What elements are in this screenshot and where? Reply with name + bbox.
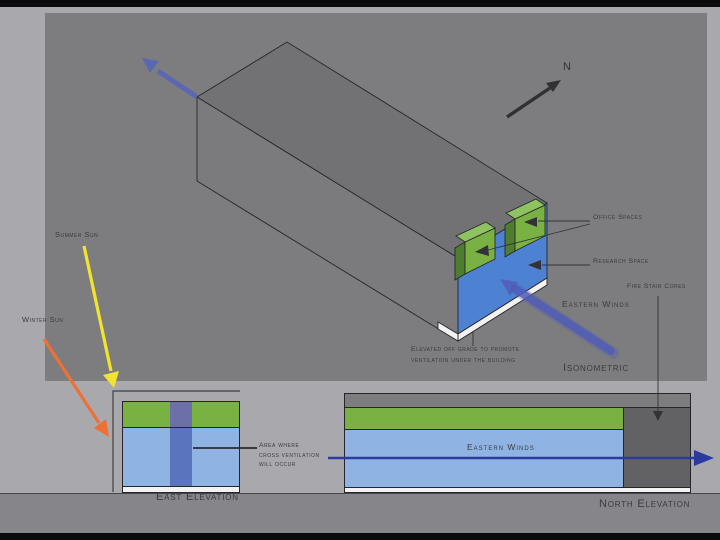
east-elevation-drawing: [122, 401, 240, 493]
elevated-note: Elevated off grade to promote ventilatio…: [411, 344, 520, 366]
north-roof-green: [345, 408, 624, 430]
elevated-note-line1: Elevated off grade to promote: [411, 346, 520, 353]
isometric-panel: [45, 13, 707, 381]
office-spaces-label: Office Spaces: [593, 214, 643, 221]
top-black-bar: [0, 0, 720, 7]
isometric-caption: Isonometric: [563, 362, 630, 374]
cross-ventilation-note-line1: Area where: [259, 442, 300, 449]
north-elevated-strip: [345, 487, 690, 492]
cross-ventilation-note-line2: cross ventilation: [259, 451, 320, 459]
eastern-winds-north-label: Eastern Winds: [467, 442, 535, 452]
architecture-concept-slide: Summer Sun Winter Sun N Office Spaces Re…: [0, 0, 720, 540]
eastern-winds-iso-label: Eastern Winds: [562, 299, 630, 309]
research-space-label: Research Space: [593, 258, 649, 265]
north-body-blue: [345, 430, 624, 487]
fire-stair-cores-label: Fire Stair Cores: [627, 283, 686, 290]
east-vent-band-upper: [170, 402, 192, 427]
north-elevation-caption: North Elevation: [599, 498, 691, 510]
cross-ventilation-note-line3: will occur: [259, 461, 296, 468]
summer-sun-label: Summer Sun: [55, 230, 99, 239]
cross-ventilation-note: Area where cross ventilation will occur: [259, 441, 320, 470]
north-parapet-gray: [345, 394, 690, 408]
compass-north-label: N: [563, 61, 572, 73]
east-elevation-caption: East Elevation: [156, 491, 239, 503]
bottom-black-bar: [0, 533, 720, 540]
fire-stair-core-box: [624, 408, 690, 487]
east-cross-ventilation-band: [170, 428, 192, 486]
winter-sun-label: Winter Sun: [22, 315, 64, 324]
elevated-note-line2: ventilation under the building: [411, 357, 516, 364]
